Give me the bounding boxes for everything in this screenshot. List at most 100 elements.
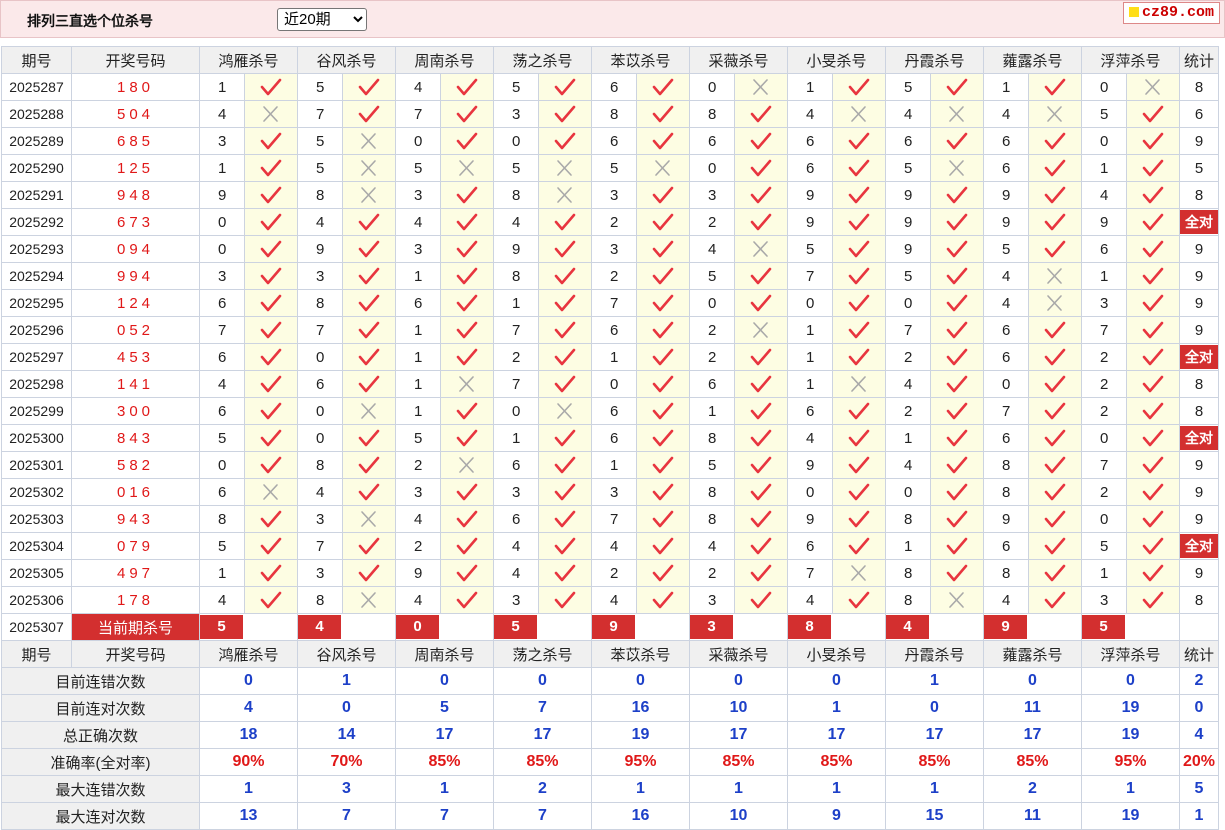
result-mark-cell — [342, 478, 396, 506]
kill-number-cell: 5 — [689, 451, 735, 479]
result-mark-cell — [440, 343, 494, 371]
kill-number-cell: 3 — [395, 181, 441, 209]
table-row: 2025302 016 6 4 3 3 3 8 0 0 8 2 9 — [1, 478, 1219, 506]
result-mark-cell — [1028, 208, 1082, 236]
check-icon — [750, 186, 772, 204]
kill-number-cell: 4 — [395, 208, 441, 236]
kill-number-cell: 1 — [787, 73, 833, 101]
kill-number-cell: 5 — [591, 154, 637, 182]
result-mark-cell — [1028, 370, 1082, 398]
kill-number-cell: 8 — [885, 586, 931, 614]
kill-number-cell: 0 — [297, 343, 343, 371]
check-icon — [554, 456, 576, 474]
table-row: 2025298 141 4 6 1 7 0 6 1 4 0 2 8 — [1, 370, 1219, 398]
stats-row: 目前连错次数 0 1 0 0 0 0 0 1 0 0 2 — [1, 667, 1219, 695]
result-mark-cell — [930, 154, 984, 182]
result-mark-cell — [440, 100, 494, 128]
kill-number-cell: 8 — [983, 559, 1029, 587]
site-logo[interactable]: cz89.com — [1122, 2, 1220, 24]
current-kill-cell: 4 — [885, 613, 984, 641]
result-mark-cell — [832, 424, 886, 452]
winning-number-cell: 016 — [71, 478, 200, 506]
result-mark-cell — [636, 586, 690, 614]
table-row: 2025301 582 0 8 2 6 1 5 9 4 8 7 9 — [1, 451, 1219, 479]
period-range-select[interactable]: 近20期 — [277, 8, 367, 31]
kill-number-cell: 6 — [689, 127, 735, 155]
result-mark-cell — [440, 397, 494, 425]
check-icon — [1044, 456, 1066, 474]
result-mark-cell — [440, 181, 494, 209]
stats-value-cell: 16 — [591, 802, 690, 830]
issue-cell: 2025305 — [1, 559, 72, 587]
kill-number-cell: 8 — [591, 100, 637, 128]
result-mark-cell — [1028, 73, 1082, 101]
kill-number-cell: 3 — [689, 181, 735, 209]
result-mark-cell — [244, 370, 298, 398]
kill-number-cell: 7 — [591, 289, 637, 317]
kill-number-cell: 2 — [689, 343, 735, 371]
check-icon — [946, 78, 968, 96]
stats-value-cell: 18 — [199, 721, 298, 749]
stats-value-cell: 95% — [591, 748, 690, 776]
col-header-expert: 谷风杀号 — [297, 46, 396, 74]
kill-number-cell: 4 — [689, 235, 735, 263]
kill-number-cell: 4 — [885, 451, 931, 479]
kill-number-cell: 4 — [983, 100, 1029, 128]
kill-number-cell: 7 — [395, 100, 441, 128]
check-icon — [1044, 240, 1066, 258]
kill-number-cell: 6 — [493, 451, 539, 479]
table-row: 2025287 180 1 5 4 5 6 0 1 5 1 0 8 — [1, 73, 1219, 101]
check-icon — [1044, 78, 1066, 96]
kill-number-cell: 4 — [983, 262, 1029, 290]
check-icon — [358, 267, 380, 285]
result-mark-cell — [734, 559, 788, 587]
current-kill-cell: 9 — [591, 613, 690, 641]
kill-number-cell: 3 — [297, 262, 343, 290]
kill-number-cell: 3 — [591, 478, 637, 506]
kill-number-cell: 3 — [493, 478, 539, 506]
kill-number-cell: 4 — [199, 100, 245, 128]
kill-number-cell: 6 — [591, 316, 637, 344]
cross-icon — [361, 160, 376, 176]
result-mark-cell — [244, 316, 298, 344]
issue-cell: 2025287 — [1, 73, 72, 101]
check-icon — [358, 429, 380, 447]
check-icon — [652, 78, 674, 96]
col-header-expert: 丹霞杀号 — [885, 640, 984, 668]
table-row: 2025291 948 9 8 3 8 3 3 9 9 9 4 8 — [1, 181, 1219, 209]
check-icon — [750, 132, 772, 150]
kill-number-cell: 3 — [297, 505, 343, 533]
kill-number-cell: 4 — [493, 532, 539, 560]
check-icon — [848, 267, 870, 285]
check-icon — [848, 213, 870, 231]
result-mark-cell — [538, 154, 592, 182]
kill-number-cell: 0 — [1081, 424, 1127, 452]
result-mark-cell — [538, 532, 592, 560]
kill-number-cell: 5 — [983, 235, 1029, 263]
check-icon — [946, 348, 968, 366]
check-icon — [1142, 510, 1164, 528]
result-mark-cell — [538, 478, 592, 506]
table-row: 2025305 497 1 3 9 4 2 2 7 8 8 1 9 — [1, 559, 1219, 587]
result-mark-cell — [440, 505, 494, 533]
check-icon — [750, 456, 772, 474]
result-mark-cell — [734, 505, 788, 533]
check-icon — [848, 591, 870, 609]
check-icon — [260, 240, 282, 258]
stat-cell: 8 — [1179, 73, 1219, 101]
cross-icon — [753, 79, 768, 95]
result-mark-cell — [538, 370, 592, 398]
table-row: 2025289 685 3 5 0 0 6 6 6 6 6 0 9 — [1, 127, 1219, 155]
result-mark-cell — [1028, 316, 1082, 344]
check-icon — [1044, 564, 1066, 582]
stats-row-label: 目前连对次数 — [1, 694, 200, 722]
result-mark-cell — [1028, 154, 1082, 182]
result-mark-cell — [832, 532, 886, 560]
kill-number-cell: 9 — [983, 208, 1029, 236]
result-mark-cell — [440, 127, 494, 155]
result-mark-cell — [342, 154, 396, 182]
issue-cell: 2025302 — [1, 478, 72, 506]
cross-icon — [1047, 106, 1062, 122]
current-kill-cell: 9 — [983, 613, 1082, 641]
issue-cell: 2025292 — [1, 208, 72, 236]
